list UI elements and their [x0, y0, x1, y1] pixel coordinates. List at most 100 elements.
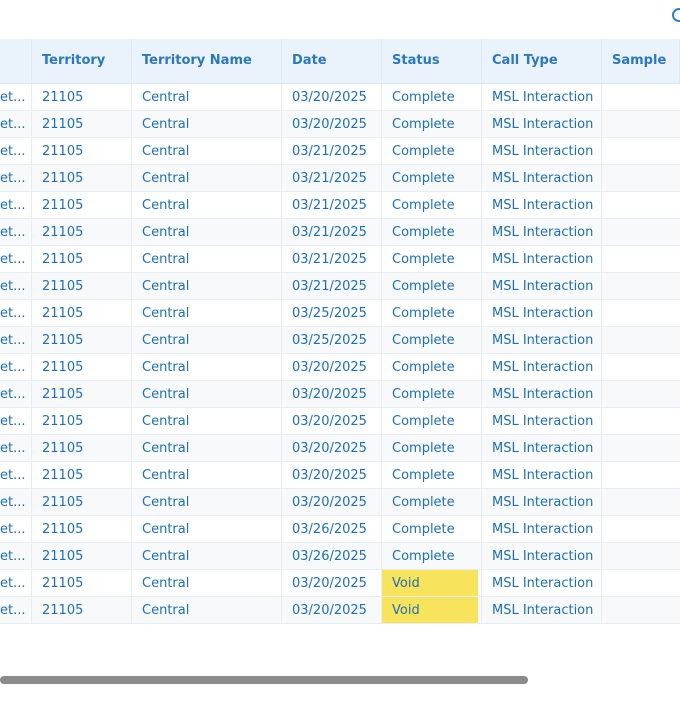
cell-territory: 21105 [32, 489, 132, 515]
column-header-territory-name[interactable]: Territory Name [132, 39, 282, 83]
cell-territory-text: 21105 [42, 252, 84, 267]
table-row[interactable]: et... 21105 Central 03/25/2025 Complete MSL I… [0, 327, 680, 354]
cell-truncated: et... [0, 273, 32, 299]
cell-status: Complete [382, 246, 482, 272]
cell-territory-name-text: Central [142, 117, 190, 132]
cell-sample [602, 408, 680, 434]
table-row[interactable]: et... 21105 Central 03/20/2025 Complete MSL I… [0, 84, 680, 111]
cell-date-text: 03/21/2025 [292, 144, 367, 159]
cell-date: 03/21/2025 [282, 273, 382, 299]
cell-call-type: MSL Interaction [482, 327, 602, 353]
cell-status-text: Complete [392, 225, 455, 240]
column-header-truncated[interactable] [0, 39, 32, 83]
cell-truncated: et... [0, 597, 32, 623]
data-table: Territory Territory Name Date Status Cal… [0, 39, 680, 624]
cell-territory-name: Central [132, 111, 282, 137]
cell-status-text: Complete [392, 279, 455, 294]
cell-truncated-text: et... [0, 414, 26, 429]
cell-territory-name: Central [132, 516, 282, 542]
cell-date: 03/20/2025 [282, 435, 382, 461]
table-row[interactable]: et... 21105 Central 03/26/2025 Complete MSL I… [0, 516, 680, 543]
cell-status: Complete [382, 192, 482, 218]
cell-status-text: Complete [392, 414, 455, 429]
cell-date: 03/20/2025 [282, 111, 382, 137]
cell-date-text: 03/20/2025 [292, 495, 367, 510]
cell-date: 03/20/2025 [282, 462, 382, 488]
table-row[interactable]: et... 21105 Central 03/21/2025 Complete MSL I… [0, 192, 680, 219]
column-header-call-type[interactable]: Call Type [482, 39, 602, 83]
column-header-sample[interactable]: Sample [602, 39, 680, 83]
cell-call-type: MSL Interaction [482, 543, 602, 569]
cell-sample [602, 111, 680, 137]
cell-date: 03/20/2025 [282, 84, 382, 110]
cell-territory-name: Central [132, 165, 282, 191]
cell-sample [602, 300, 680, 326]
cell-territory-name: Central [132, 219, 282, 245]
table-row[interactable]: et... 21105 Central 03/20/2025 Complete MSL I… [0, 408, 680, 435]
cell-sample [602, 543, 680, 569]
cell-call-type-text: MSL Interaction [492, 171, 594, 186]
cell-territory-text: 21105 [42, 522, 84, 537]
cell-date: 03/25/2025 [282, 327, 382, 353]
table-row[interactable]: et... 21105 Central 03/20/2025 Void MSL Inter… [0, 570, 680, 597]
cell-territory: 21105 [32, 219, 132, 245]
cell-status: Complete [382, 300, 482, 326]
cell-territory-name: Central [132, 570, 282, 596]
cell-truncated: et... [0, 570, 32, 596]
cell-call-type: MSL Interaction [482, 462, 602, 488]
cell-call-type-text: MSL Interaction [492, 549, 594, 564]
circle-icon[interactable] [672, 8, 680, 22]
table-row[interactable]: et... 21105 Central 03/21/2025 Complete MSL I… [0, 273, 680, 300]
column-header-territory[interactable]: Territory [32, 39, 132, 83]
cell-truncated-text: et... [0, 171, 26, 186]
column-header-date[interactable]: Date [282, 39, 382, 83]
cell-status: Void [382, 570, 482, 596]
table-row[interactable]: et... 21105 Central 03/20/2025 Complete MSL I… [0, 111, 680, 138]
cell-territory: 21105 [32, 84, 132, 110]
cell-status-text: Complete [392, 90, 455, 105]
cell-status: Complete [382, 327, 482, 353]
column-header-status[interactable]: Status [382, 39, 482, 83]
cell-truncated: et... [0, 300, 32, 326]
table-row[interactable]: et... 21105 Central 03/25/2025 Complete MSL I… [0, 300, 680, 327]
table-row[interactable]: et... 21105 Central 03/26/2025 Complete MSL I… [0, 543, 680, 570]
cell-sample [602, 219, 680, 245]
table-row[interactable]: et... 21105 Central 03/20/2025 Complete MSL I… [0, 489, 680, 516]
cell-territory-name: Central [132, 138, 282, 164]
cell-date: 03/26/2025 [282, 516, 382, 542]
table-row[interactable]: et... 21105 Central 03/20/2025 Void MSL Inter… [0, 597, 680, 624]
cell-truncated-text: et... [0, 306, 26, 321]
cell-territory-name: Central [132, 246, 282, 272]
cell-sample [602, 570, 680, 596]
cell-truncated: et... [0, 381, 32, 407]
cell-status-text: Complete [392, 522, 455, 537]
cell-territory-text: 21105 [42, 603, 84, 618]
cell-date-text: 03/21/2025 [292, 252, 367, 267]
table-row[interactable]: et... 21105 Central 03/21/2025 Complete MSL I… [0, 219, 680, 246]
cell-sample [602, 354, 680, 380]
table-row[interactable]: et... 21105 Central 03/21/2025 Complete MSL I… [0, 138, 680, 165]
cell-status: Complete [382, 165, 482, 191]
table-row[interactable]: et... 21105 Central 03/20/2025 Complete MSL I… [0, 354, 680, 381]
table-row[interactable]: et... 21105 Central 03/21/2025 Complete MSL I… [0, 246, 680, 273]
cell-date-text: 03/25/2025 [292, 333, 367, 348]
table-row[interactable]: et... 21105 Central 03/20/2025 Complete MSL I… [0, 435, 680, 462]
cell-status: Complete [382, 354, 482, 380]
cell-territory: 21105 [32, 246, 132, 272]
cell-date-text: 03/20/2025 [292, 603, 367, 618]
table-row[interactable]: et... 21105 Central 03/20/2025 Complete MSL I… [0, 381, 680, 408]
table-row[interactable]: et... 21105 Central 03/21/2025 Complete MSL I… [0, 165, 680, 192]
horizontal-scrollbar-thumb[interactable] [0, 676, 528, 684]
cell-status: Complete [382, 462, 482, 488]
table-row[interactable]: et... 21105 Central 03/20/2025 Complete MSL I… [0, 462, 680, 489]
table-header-row: Territory Territory Name Date Status Cal… [0, 39, 680, 84]
cell-status-text: Void [392, 603, 420, 618]
cell-call-type-text: MSL Interaction [492, 333, 594, 348]
cell-territory: 21105 [32, 435, 132, 461]
cell-date: 03/20/2025 [282, 570, 382, 596]
cell-truncated: et... [0, 138, 32, 164]
cell-date-text: 03/26/2025 [292, 549, 367, 564]
cell-territory-name: Central [132, 84, 282, 110]
cell-sample [602, 192, 680, 218]
cell-sample [602, 381, 680, 407]
